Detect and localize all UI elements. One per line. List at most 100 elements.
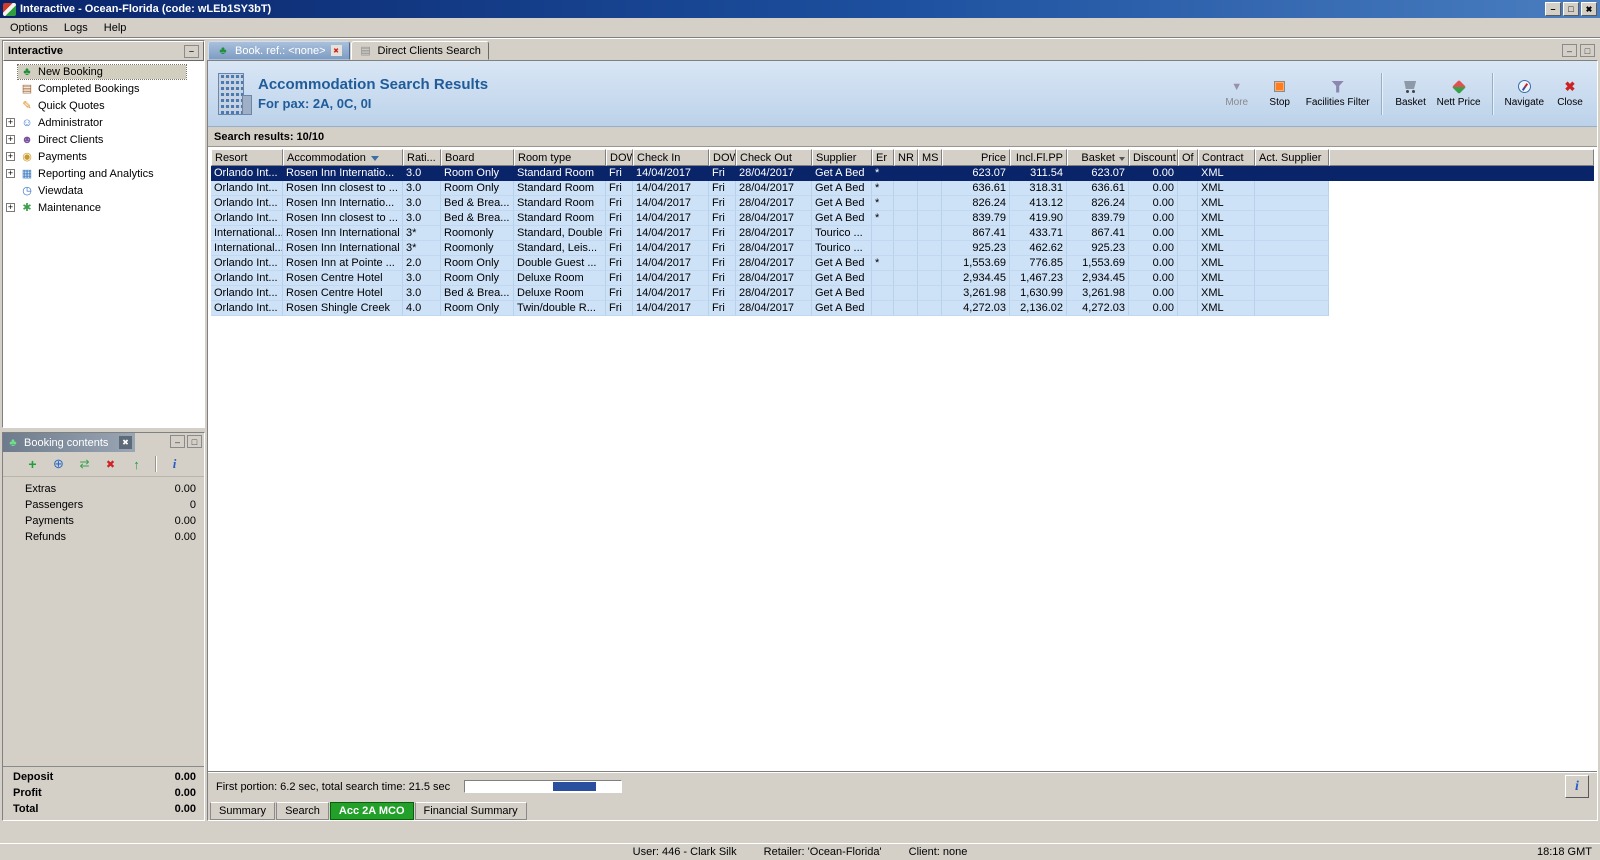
expander-icon[interactable]: + xyxy=(6,169,15,178)
cell: 14/04/2017 xyxy=(633,241,709,256)
cell: Orlando Int... xyxy=(211,181,283,196)
table-row[interactable]: International... Rosen Inn International 3… xyxy=(211,241,1594,256)
close-booking-panel-button[interactable] xyxy=(119,436,132,449)
cell xyxy=(1178,301,1198,316)
column-header-basket[interactable]: Basket xyxy=(1067,149,1129,166)
column-header-dow[interactable]: DOW xyxy=(709,149,736,166)
close-window-button[interactable] xyxy=(1581,2,1597,16)
cell: 826.24 xyxy=(1067,196,1129,211)
table-row[interactable]: Orlando Int... Rosen Inn Internatio... 3.0… xyxy=(211,196,1594,211)
stop-button[interactable]: Stop xyxy=(1263,80,1297,108)
column-header-accommodation[interactable]: Accommodation xyxy=(283,149,403,166)
nett-price-button[interactable]: Nett Price xyxy=(1437,79,1481,108)
column-header-resort[interactable]: Resort xyxy=(211,149,283,166)
add-icon[interactable] xyxy=(25,456,41,472)
sidebar-item-completed-bookings[interactable]: Completed Bookings xyxy=(3,80,204,97)
minimize-booking-panel-button[interactable] xyxy=(170,435,185,448)
navigation-tree: New Booking Completed Bookings Quick Quote… xyxy=(3,61,204,427)
column-header-incl-fl-pp[interactable]: Incl.Fl.PP xyxy=(1010,149,1067,166)
table-row[interactable]: Orlando Int... Rosen Centre Hotel 3.0 Room … xyxy=(211,271,1594,286)
table-row[interactable]: Orlando Int... Rosen Centre Hotel 3.0 Bed &… xyxy=(211,286,1594,301)
table-row[interactable]: International... Rosen Inn International 3… xyxy=(211,226,1594,241)
minimize-button[interactable] xyxy=(1545,2,1561,16)
cell xyxy=(918,196,942,211)
column-header-price[interactable]: Price xyxy=(942,149,1010,166)
menu-logs[interactable]: Logs xyxy=(56,19,96,37)
sidebar-item-reporting-and-analytics[interactable]: + Reporting and Analytics xyxy=(3,165,204,182)
restore-booking-panel-button[interactable] xyxy=(187,435,202,448)
column-header-room-type[interactable]: Room type xyxy=(514,149,606,166)
navigate-button[interactable]: Navigate xyxy=(1505,80,1544,108)
column-header-act-supplier[interactable]: Act. Supplier xyxy=(1255,149,1329,166)
column-header-check-in[interactable]: Check In xyxy=(633,149,709,166)
sidebar-item-quick-quotes[interactable]: Quick Quotes xyxy=(3,97,204,114)
cell-filler xyxy=(1329,226,1594,241)
bottom-tab-acc-2a-mco[interactable]: Acc 2A MCO xyxy=(329,802,414,820)
facilities-filter-button[interactable]: Facilities Filter xyxy=(1306,80,1370,108)
booking-contents-row[interactable]: Refunds 0.00 xyxy=(3,529,204,545)
bottom-tab-summary[interactable]: Summary xyxy=(210,802,276,820)
cell: 3.0 xyxy=(403,271,441,286)
cell: Get A Bed xyxy=(812,166,872,181)
basket-button[interactable]: Basket xyxy=(1394,80,1428,108)
sidebar-item-administrator[interactable]: + Administrator xyxy=(3,114,204,131)
table-row[interactable]: Orlando Int... Rosen Inn closest to ... 3.… xyxy=(211,211,1594,226)
column-header-contract[interactable]: Contract xyxy=(1198,149,1255,166)
cell: 0.00 xyxy=(1129,256,1178,271)
table-row[interactable]: Orlando Int... Rosen Shingle Creek 4.0 Room… xyxy=(211,301,1594,316)
info-icon[interactable] xyxy=(167,456,183,472)
table-row[interactable]: Orlando Int... Rosen Inn at Pointe ... 2.0… xyxy=(211,256,1594,271)
expander-icon[interactable]: + xyxy=(6,135,15,144)
upload-icon[interactable] xyxy=(129,457,145,472)
booking-contents-totals: Deposit 0.00 Profit 0.00 Total 0.00 xyxy=(3,766,204,820)
cell xyxy=(872,241,894,256)
booking-contents-row[interactable]: Passengers 0 xyxy=(3,497,204,513)
minimize-tab-area-button[interactable] xyxy=(1562,44,1577,57)
expander-icon[interactable]: + xyxy=(6,118,15,127)
collapse-panel-button[interactable] xyxy=(184,44,199,58)
column-header-supplier[interactable]: Supplier xyxy=(812,149,872,166)
bottom-tab-search[interactable]: Search xyxy=(276,802,329,820)
close-tab-icon[interactable] xyxy=(330,45,342,56)
column-header-er[interactable]: Er xyxy=(872,149,894,166)
table-row[interactable]: Orlando Int... Rosen Inn closest to ... 3.… xyxy=(211,181,1594,196)
table-row[interactable]: Orlando Int... Rosen Inn Internatio... 3.0… xyxy=(211,166,1594,181)
maximize-button[interactable] xyxy=(1563,2,1579,16)
info-button[interactable] xyxy=(1565,775,1589,798)
sidebar-item-new-booking[interactable]: New Booking xyxy=(3,63,204,80)
column-header-of[interactable]: Of xyxy=(1178,149,1198,166)
close-button[interactable]: Close xyxy=(1553,80,1587,108)
menu-options[interactable]: Options xyxy=(2,19,56,37)
column-header-rati[interactable]: Rati... xyxy=(403,149,441,166)
sidebar-item-viewdata[interactable]: Viewdata xyxy=(3,182,204,199)
column-header-check-out[interactable]: Check Out xyxy=(736,149,812,166)
booking-contents-row[interactable]: Payments 0.00 xyxy=(3,513,204,529)
column-header-ms[interactable]: MS xyxy=(918,149,942,166)
more-button[interactable]: More xyxy=(1220,80,1254,108)
cell-filler xyxy=(1329,241,1594,256)
cell xyxy=(894,226,918,241)
bottom-tab-financial-summary[interactable]: Financial Summary xyxy=(414,802,527,820)
cell: * xyxy=(872,196,894,211)
tab-direct-clients-search[interactable]: Direct Clients Search xyxy=(350,41,489,60)
toolbar-button-label: Basket xyxy=(1395,96,1426,108)
sidebar-item-maintenance[interactable]: + Maintenance xyxy=(3,199,204,216)
menu-help[interactable]: Help xyxy=(96,19,135,37)
expander-icon[interactable]: + xyxy=(6,152,15,161)
booking-contents-row[interactable]: Extras 0.00 xyxy=(3,481,204,497)
sidebar-item-payments[interactable]: + Payments xyxy=(3,148,204,165)
column-header-dow[interactable]: DOW xyxy=(606,149,633,166)
sidebar-item-direct-clients[interactable]: + Direct Clients xyxy=(3,131,204,148)
cell xyxy=(1178,166,1198,181)
transfer-icon[interactable] xyxy=(77,457,93,471)
filter-funnel-icon[interactable] xyxy=(370,155,379,161)
restore-tab-area-button[interactable] xyxy=(1580,44,1595,57)
cell: 1,553.69 xyxy=(942,256,1010,271)
column-header-board[interactable]: Board xyxy=(441,149,514,166)
globe-icon[interactable] xyxy=(51,456,67,472)
tab-book-ref-none[interactable]: Book. ref.: <none> xyxy=(208,41,350,60)
column-header-nr[interactable]: NR xyxy=(894,149,918,166)
delete-icon[interactable] xyxy=(103,458,119,471)
expander-icon[interactable]: + xyxy=(6,203,15,212)
column-header-discount[interactable]: Discount xyxy=(1129,149,1178,166)
